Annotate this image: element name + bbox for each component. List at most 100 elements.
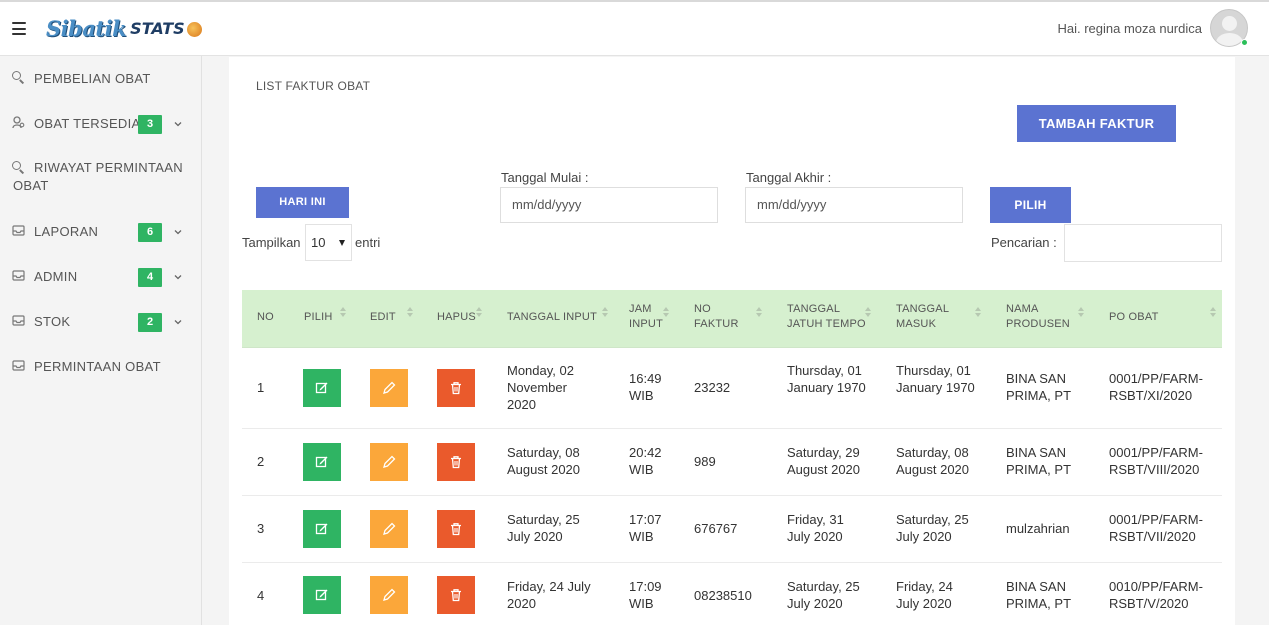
chevron-down-icon[interactable] xyxy=(174,273,182,281)
count-badge: 3 xyxy=(138,115,162,134)
sort-icon[interactable] xyxy=(865,307,872,317)
trash-icon xyxy=(451,382,461,395)
table-row: 2 Saturday, 08 August 2020 20:42 WIB 989… xyxy=(242,429,1222,496)
delete-button[interactable] xyxy=(437,443,475,481)
sidebar-item-label: OBAT TERSEDIA xyxy=(34,116,141,131)
column-header-tanggal-input[interactable]: TANGGAL INPUT xyxy=(507,310,597,325)
cell-po-obat: 0001/PP/FARM-RSBT/XI/2020 xyxy=(1109,371,1203,403)
column-header-nama-produsen[interactable]: NAMA PRODUSEN xyxy=(1006,302,1074,332)
count-badge: 2 xyxy=(138,313,162,332)
inbox-icon xyxy=(12,359,25,372)
user-greeting[interactable]: Hai. regina moza nurdica xyxy=(1057,21,1202,36)
pencil-icon xyxy=(383,522,396,535)
cell-jatuh-tempo: Saturday, 25 July 2020 xyxy=(787,579,860,611)
sidebar-item-laporan[interactable]: LAPORAN 6 xyxy=(0,222,201,242)
entries-value: 10 xyxy=(311,235,326,250)
cell-nama-produsen: BINA SAN PRIMA, PT xyxy=(1006,579,1072,611)
hamburger-menu-icon[interactable] xyxy=(12,22,26,35)
sort-icon[interactable] xyxy=(1210,307,1217,317)
start-date-input[interactable]: mm/dd/yyyy xyxy=(500,187,718,223)
column-header-tanggal-masuk[interactable]: TANGGAL MASUK xyxy=(896,302,958,332)
edit-square-icon xyxy=(315,523,328,535)
edit-button[interactable] xyxy=(370,369,408,407)
column-header-no[interactable]: NO xyxy=(257,310,274,325)
column-header-jatuh-tempo[interactable]: TANGGAL JATUH TEMPO xyxy=(787,302,871,332)
end-date-input[interactable]: mm/dd/yyyy xyxy=(745,187,963,223)
cell-jatuh-tempo: Friday, 31 July 2020 xyxy=(787,512,844,544)
table-row: 1 Monday, 02 November 2020 16:49 WIB 232… xyxy=(242,349,1222,429)
sort-icon[interactable] xyxy=(756,307,763,317)
app-logo[interactable]: Sibatik STATS xyxy=(46,15,202,41)
edit-button[interactable] xyxy=(370,443,408,481)
search-input[interactable] xyxy=(1064,224,1222,262)
show-label: Tampilkan xyxy=(242,235,301,250)
sort-icon[interactable] xyxy=(407,307,414,317)
column-header-po-obat[interactable]: PO OBAT xyxy=(1109,310,1158,325)
column-header-edit[interactable]: EDIT xyxy=(370,310,396,325)
online-status-icon xyxy=(1241,39,1248,46)
today-button[interactable]: HARI INI xyxy=(256,187,349,218)
filter-pilih-button[interactable]: PILIH xyxy=(990,187,1071,223)
chevron-down-icon[interactable] xyxy=(174,228,182,236)
select-button[interactable] xyxy=(303,510,341,548)
column-header-pilih[interactable]: PILIH xyxy=(304,310,333,325)
cell-tanggal-masuk: Friday, 24 July 2020 xyxy=(896,579,953,611)
delete-button[interactable] xyxy=(437,510,475,548)
sidebar-item-pembelian-obat[interactable]: PEMBELIAN OBAT xyxy=(0,70,201,90)
count-badge: 6 xyxy=(138,223,162,242)
sort-icon[interactable] xyxy=(476,307,483,317)
table-header: NO PILIH EDIT HAPUS TANGGAL INPUT JAM IN… xyxy=(242,290,1222,348)
column-header-jam-input[interactable]: JAM INPUT xyxy=(629,302,667,332)
column-header-hapus[interactable]: HAPUS xyxy=(437,310,476,325)
cell-no-faktur: 989 xyxy=(694,454,716,469)
inbox-icon xyxy=(12,269,25,282)
edit-button[interactable] xyxy=(370,576,408,614)
select-button[interactable] xyxy=(303,369,341,407)
sidebar-item-permintaan-obat[interactable]: PERMINTAAN OBAT xyxy=(0,357,201,377)
cell-po-obat: 0001/PP/FARM-RSBT/VIII/2020 xyxy=(1109,445,1203,477)
cell-jam-input: 16:49 WIB xyxy=(629,371,662,403)
sidebar-item-admin[interactable]: ADMIN 4 xyxy=(0,267,201,287)
sidebar-item-stok[interactable]: STOK 2 xyxy=(0,312,201,332)
cell-tanggal-input: Monday, 02 November 2020 xyxy=(507,363,574,412)
sort-icon[interactable] xyxy=(340,307,347,317)
delete-button[interactable] xyxy=(437,369,475,407)
trash-icon xyxy=(451,523,461,536)
search-label: Pencarian : xyxy=(991,235,1057,250)
end-date-label: Tanggal Akhir : xyxy=(746,170,832,185)
edit-button[interactable] xyxy=(370,510,408,548)
sort-icon[interactable] xyxy=(663,307,670,317)
sort-icon[interactable] xyxy=(975,307,982,317)
search-icon xyxy=(12,71,25,84)
cell-tanggal-input: Friday, 24 July 2020 xyxy=(507,579,591,611)
edit-square-icon xyxy=(315,382,328,394)
column-header-no-faktur[interactable]: NO FAKTUR xyxy=(694,302,744,332)
sort-icon[interactable] xyxy=(1078,307,1085,317)
entries-select[interactable]: 10 xyxy=(305,224,352,261)
edit-square-icon xyxy=(315,589,328,601)
logo-stats-text: STATS xyxy=(130,18,185,38)
cell-tanggal-input: Saturday, 25 July 2020 xyxy=(507,512,580,544)
edit-square-icon xyxy=(315,456,328,468)
pencil-icon xyxy=(383,588,396,601)
sort-icon[interactable] xyxy=(602,307,609,317)
sidebar-item-obat-tersedia[interactable]: OBAT TERSEDIA 3 xyxy=(0,114,201,134)
select-button[interactable] xyxy=(303,576,341,614)
select-button[interactable] xyxy=(303,443,341,481)
inbox-icon xyxy=(12,224,25,237)
pencil-icon xyxy=(383,455,396,468)
sidebar-item-label: PERMINTAAN OBAT xyxy=(34,359,161,374)
user-search-icon xyxy=(12,116,25,129)
entries-suffix-label: entri xyxy=(355,235,381,250)
cell-no-faktur: 23232 xyxy=(694,380,731,395)
chevron-down-icon[interactable] xyxy=(174,318,182,326)
start-date-label: Tanggal Mulai : xyxy=(501,170,589,185)
cell-jam-input: 17:07 WIB xyxy=(629,512,662,544)
sidebar-item-label: PEMBELIAN OBAT xyxy=(34,71,151,86)
sidebar-item-riwayat-permintaan-obat[interactable]: RIWAYAT PERMINTAAN OBAT xyxy=(0,159,201,197)
scrollbar[interactable] xyxy=(1262,56,1269,625)
delete-button[interactable] xyxy=(437,576,475,614)
add-invoice-button[interactable]: TAMBAH FAKTUR xyxy=(1017,105,1176,142)
chevron-down-icon[interactable] xyxy=(174,120,182,128)
cell-jam-input: 20:42 WIB xyxy=(629,445,662,477)
